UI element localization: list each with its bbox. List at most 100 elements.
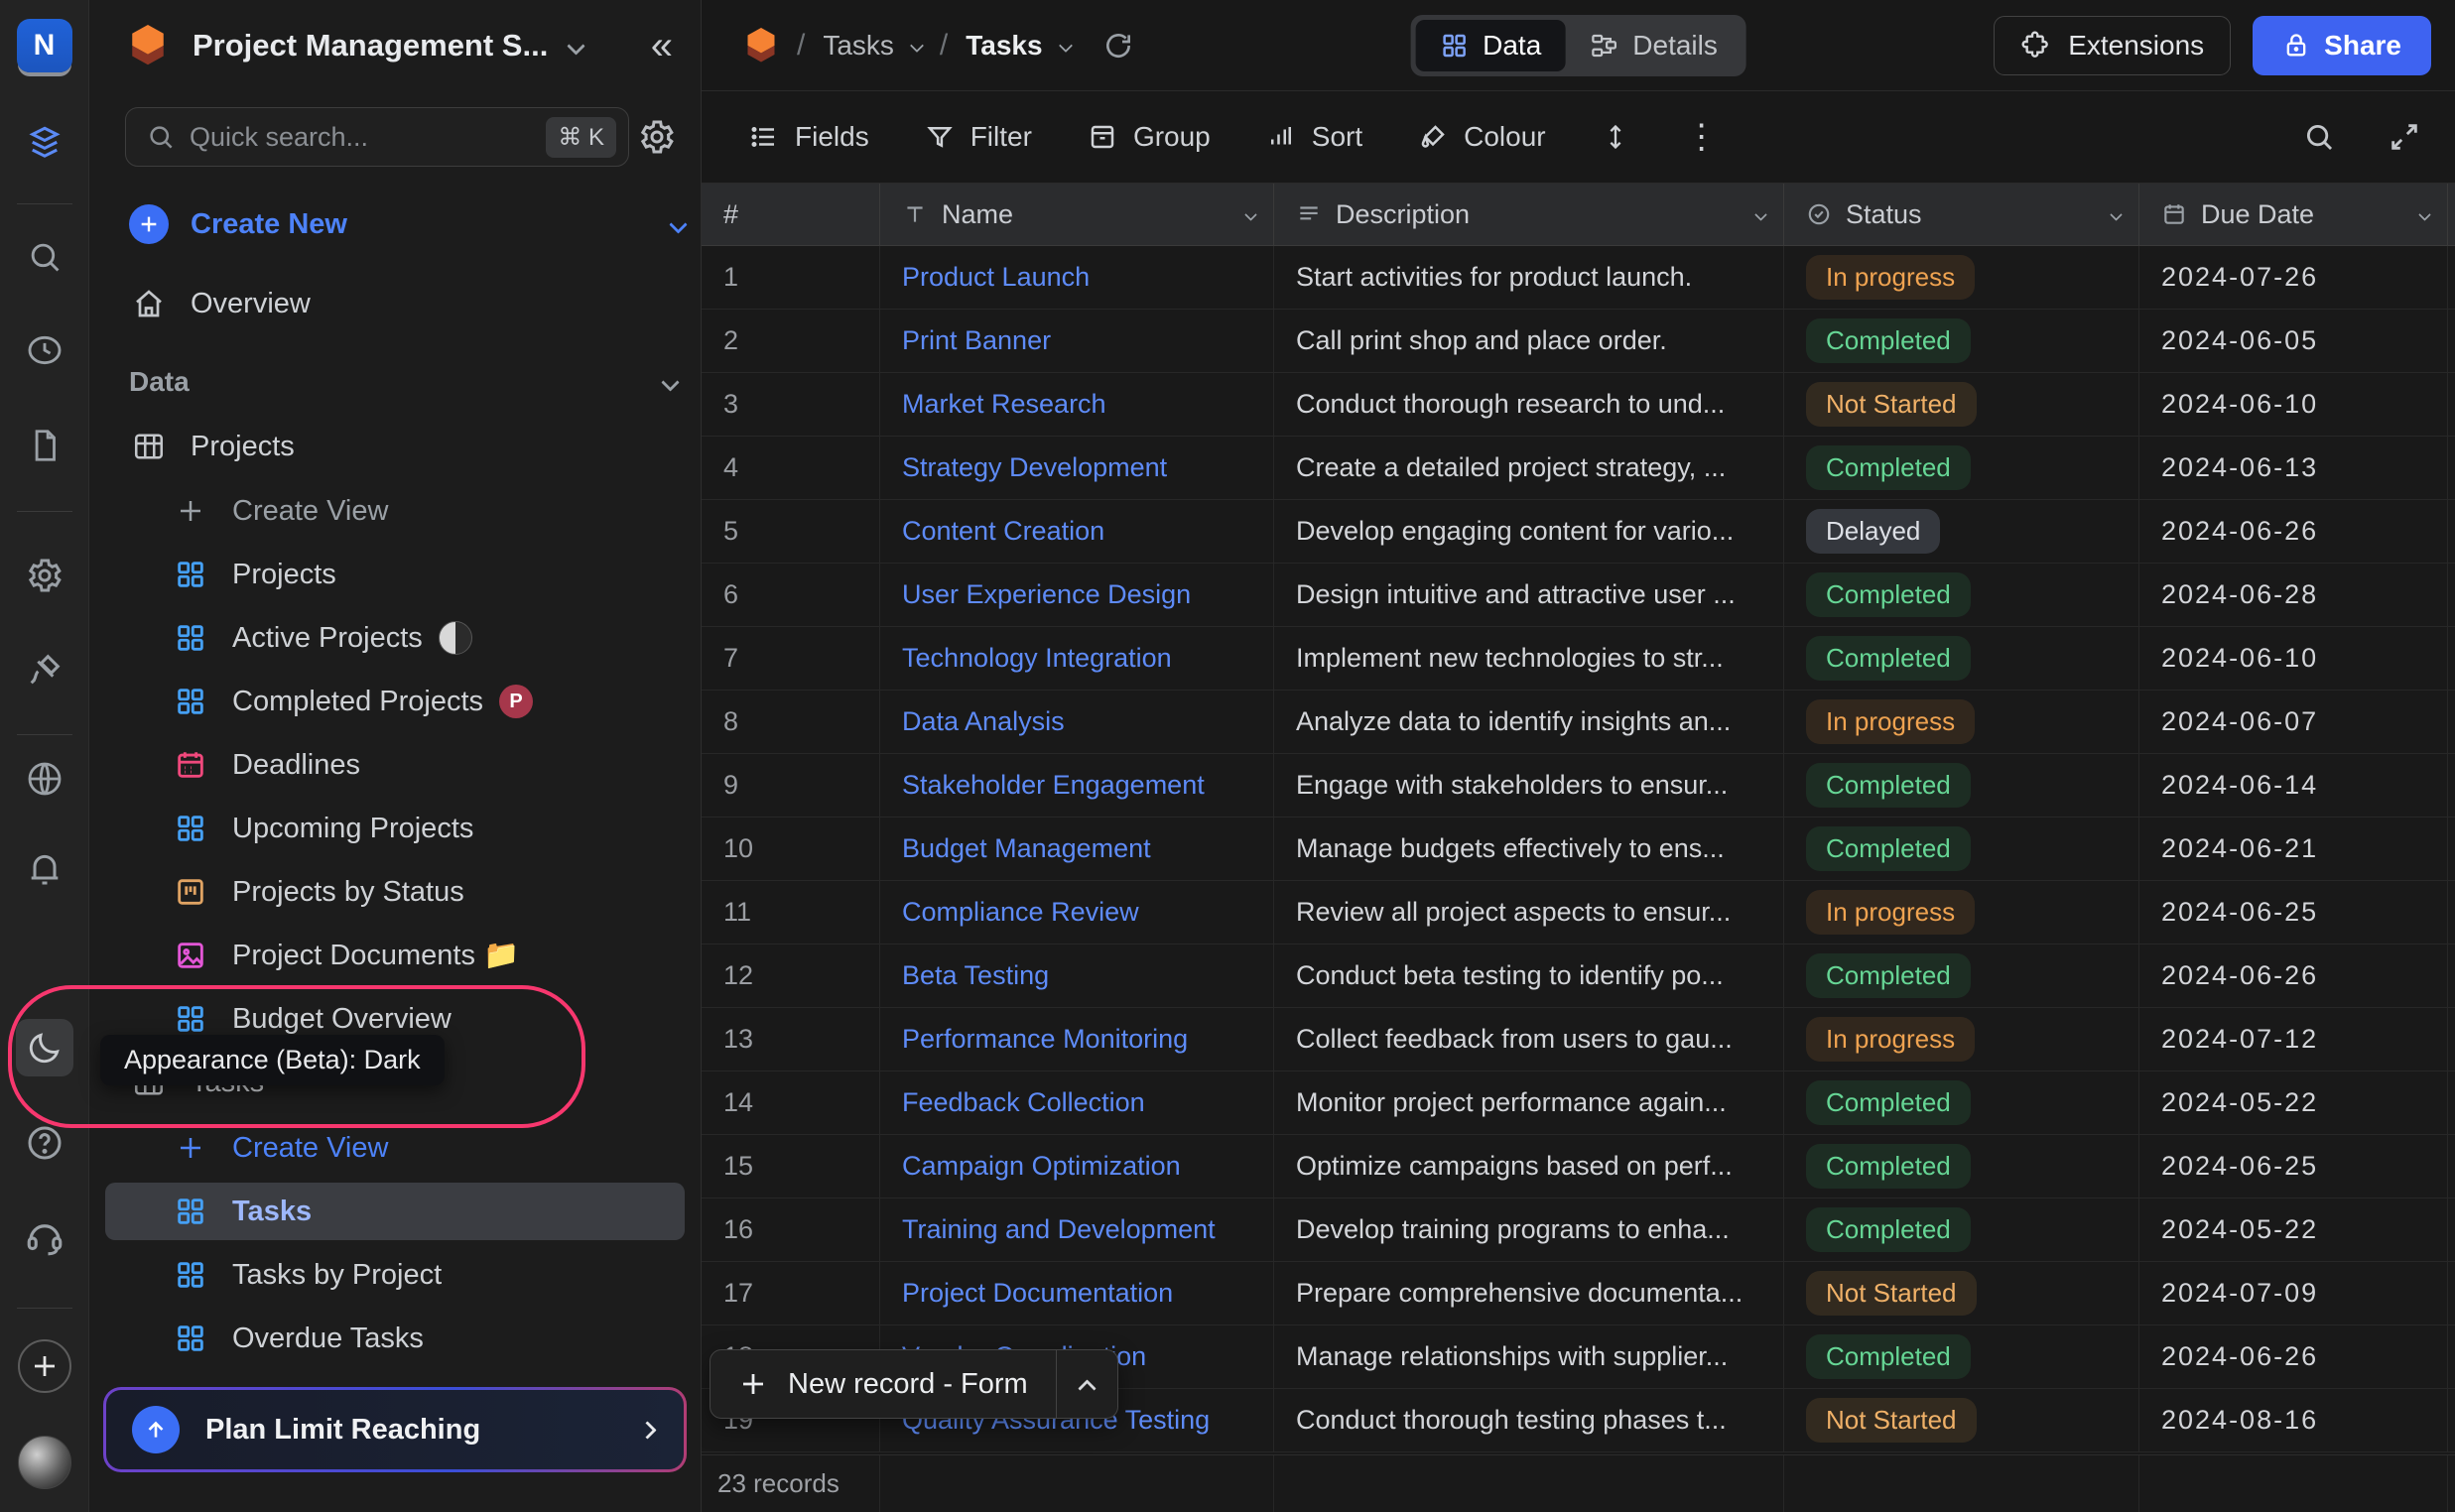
search-in-view-icon[interactable]: [2302, 120, 2336, 154]
table-row[interactable]: 15Campaign OptimizationOptimize campaign…: [702, 1135, 2455, 1198]
description-cell[interactable]: Optimize campaigns based on perf...: [1274, 1135, 1784, 1197]
breadcrumb-table[interactable]: Tasks: [823, 30, 894, 62]
column-header-name[interactable]: Name: [880, 184, 1274, 245]
record-link[interactable]: Feedback Collection: [902, 1087, 1145, 1118]
view-item-upcoming-projects[interactable]: Upcoming Projects: [105, 800, 685, 857]
status-cell[interactable]: In progress: [1784, 691, 2139, 753]
record-link[interactable]: Technology Integration: [902, 643, 1172, 674]
status-cell[interactable]: Completed: [1784, 1198, 2139, 1261]
row-number-cell[interactable]: 11: [702, 881, 880, 944]
row-number-cell[interactable]: 2: [702, 310, 880, 372]
row-number-cell[interactable]: 8: [702, 691, 880, 753]
name-cell[interactable]: Campaign Optimization: [880, 1135, 1274, 1197]
description-cell[interactable]: Collect feedback from users to gau...: [1274, 1008, 1784, 1071]
table-row[interactable]: 5Content CreationDevelop engaging conten…: [702, 500, 2455, 564]
table-row[interactable]: 3Market ResearchConduct thorough researc…: [702, 373, 2455, 437]
due-date-cell[interactable]: 2024-07-12: [2139, 1008, 2448, 1071]
table-row[interactable]: 8Data AnalysisAnalyze data to identify i…: [702, 691, 2455, 754]
table-row[interactable]: 11Compliance ReviewReview all project as…: [702, 881, 2455, 945]
description-cell[interactable]: Develop training programs to enha...: [1274, 1198, 1784, 1261]
column-header-description[interactable]: Description: [1274, 184, 1784, 245]
colour-button[interactable]: Colour: [1418, 121, 1545, 153]
due-date-cell[interactable]: 2024-06-25: [2139, 1135, 2448, 1197]
view-item-completed-projects[interactable]: Completed Projects P: [105, 673, 685, 730]
row-height-button[interactable]: [1602, 121, 1629, 153]
description-cell[interactable]: Call print shop and place order.: [1274, 310, 1784, 372]
table-row[interactable]: 7Technology IntegrationImplement new tec…: [702, 627, 2455, 691]
view-item-tasks-by-project[interactable]: Tasks by Project: [105, 1246, 685, 1304]
due-date-cell[interactable]: 2024-06-21: [2139, 818, 2448, 880]
plug-icon[interactable]: [25, 650, 65, 690]
record-link[interactable]: Training and Development: [902, 1214, 1216, 1245]
due-date-cell[interactable]: 2024-07-09: [2139, 1262, 2448, 1324]
status-cell[interactable]: Completed: [1784, 1071, 2139, 1134]
status-cell[interactable]: Completed: [1784, 310, 2139, 372]
record-link[interactable]: Print Banner: [902, 325, 1051, 356]
name-cell[interactable]: Print Banner: [880, 310, 1274, 372]
row-number-cell[interactable]: 10: [702, 818, 880, 880]
status-cell[interactable]: Not Started: [1784, 1389, 2139, 1451]
status-cell[interactable]: Not Started: [1784, 373, 2139, 436]
row-number-cell[interactable]: 4: [702, 437, 880, 499]
appearance-toggle[interactable]: [16, 1019, 73, 1076]
status-cell[interactable]: In progress: [1784, 881, 2139, 944]
row-number-cell[interactable]: 12: [702, 945, 880, 1007]
description-cell[interactable]: Develop engaging content for vario...: [1274, 500, 1784, 563]
section-data[interactable]: Data: [129, 354, 677, 410]
record-link[interactable]: User Experience Design: [902, 579, 1191, 610]
table-row[interactable]: 6User Experience DesignDesign intuitive …: [702, 564, 2455, 627]
new-record-button[interactable]: New record - Form: [710, 1349, 1118, 1419]
table-row[interactable]: 10Budget ManagementManage budgets effect…: [702, 818, 2455, 881]
due-date-cell[interactable]: 2024-05-22: [2139, 1071, 2448, 1134]
name-cell[interactable]: Beta Testing: [880, 945, 1274, 1007]
refresh-icon[interactable]: [1102, 30, 1134, 62]
share-button[interactable]: Share: [2253, 16, 2431, 75]
description-cell[interactable]: Conduct beta testing to identify po...: [1274, 945, 1784, 1007]
due-date-cell[interactable]: 2024-05-22: [2139, 1198, 2448, 1261]
row-number-cell[interactable]: 5: [702, 500, 880, 563]
sidebar-gear-icon[interactable]: [637, 117, 677, 157]
description-cell[interactable]: Conduct thorough testing phases t...: [1274, 1389, 1784, 1451]
description-cell[interactable]: Engage with stakeholders to ensur...: [1274, 754, 1784, 817]
due-date-cell[interactable]: 2024-06-14: [2139, 754, 2448, 817]
table-row[interactable]: 12 Beta Testing Conduct beta testing to id…: [702, 945, 2455, 1008]
row-number-cell[interactable]: 15: [702, 1135, 880, 1197]
status-cell[interactable]: In progress: [1784, 1008, 2139, 1071]
column-header-due-date[interactable]: Due Date: [2139, 184, 2448, 245]
gear-icon[interactable]: [25, 556, 65, 595]
quick-search-input[interactable]: Quick search... ⌘ K: [125, 107, 629, 167]
group-button[interactable]: Group: [1088, 121, 1211, 153]
record-link[interactable]: Performance Monitoring: [902, 1024, 1188, 1055]
status-cell[interactable]: Completed: [1784, 1135, 2139, 1197]
record-link[interactable]: Beta Testing: [902, 960, 1049, 991]
name-cell[interactable]: Compliance Review: [880, 881, 1274, 944]
name-cell[interactable]: User Experience Design: [880, 564, 1274, 626]
status-cell[interactable]: Completed: [1784, 754, 2139, 817]
user-avatar[interactable]: [18, 1436, 71, 1489]
fields-button[interactable]: Fields: [749, 121, 869, 153]
name-cell[interactable]: Feedback Collection: [880, 1071, 1274, 1134]
record-link[interactable]: Market Research: [902, 389, 1106, 420]
name-cell[interactable]: Market Research: [880, 373, 1274, 436]
name-cell[interactable]: Performance Monitoring: [880, 1008, 1274, 1071]
record-link[interactable]: Data Analysis: [902, 706, 1065, 737]
table-row[interactable]: 4Strategy DevelopmentCreate a detailed p…: [702, 437, 2455, 500]
base-header[interactable]: Project Management S... «: [89, 0, 701, 91]
due-date-cell[interactable]: 2024-06-28: [2139, 564, 2448, 626]
description-cell[interactable]: Prepare comprehensive documenta...: [1274, 1262, 1784, 1324]
bell-icon[interactable]: [25, 848, 65, 888]
help-icon[interactable]: [25, 1123, 65, 1163]
table-row[interactable]: 2 Print Banner Call print shop and place o…: [702, 310, 2455, 373]
row-number-cell[interactable]: 17: [702, 1262, 880, 1324]
status-cell[interactable]: Completed: [1784, 1325, 2139, 1388]
table-item-projects[interactable]: Projects: [105, 418, 685, 475]
plan-limit-banner[interactable]: Plan Limit Reaching: [103, 1387, 687, 1472]
record-link[interactable]: Stakeholder Engagement: [902, 770, 1205, 801]
record-link[interactable]: Project Documentation: [902, 1278, 1173, 1309]
due-date-cell[interactable]: 2024-06-26: [2139, 500, 2448, 563]
name-cell[interactable]: Product Launch: [880, 246, 1274, 309]
description-cell[interactable]: Create a detailed project strategy, ...: [1274, 437, 1784, 499]
name-cell[interactable]: Training and Development: [880, 1198, 1274, 1261]
name-cell[interactable]: Data Analysis: [880, 691, 1274, 753]
status-cell[interactable]: Completed: [1784, 564, 2139, 626]
